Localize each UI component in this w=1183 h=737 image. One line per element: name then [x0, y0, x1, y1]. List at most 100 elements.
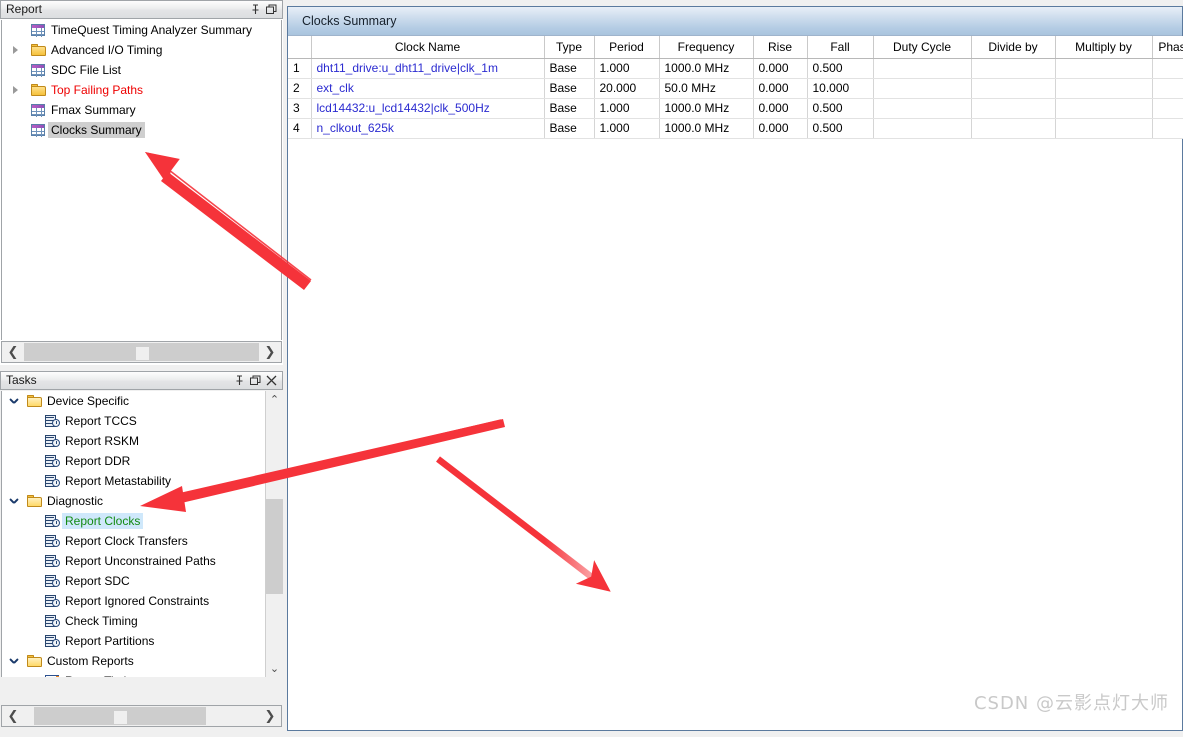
report-view-tab[interactable]: Clocks Summary	[288, 7, 1182, 36]
report-tree-item[interactable]: TimeQuest Timing Analyzer Summary	[2, 20, 281, 40]
tasks-hscroll-track[interactable]	[24, 706, 259, 726]
empty-cell	[873, 118, 972, 139]
tasks-hscroll-right-arrow[interactable]: ❯	[259, 706, 281, 726]
expand-chevron-icon[interactable]	[2, 46, 28, 54]
report-hscroll-thumb[interactable]	[24, 343, 259, 361]
table-cell: 0.000	[753, 118, 808, 139]
report-tree-item-label: TimeQuest Timing Analyzer Summary	[51, 23, 252, 37]
clocks-summary-table[interactable]: Clock Name Type Period Frequency Rise Fall Dut…	[288, 36, 1183, 139]
empty-cell	[873, 78, 972, 99]
expand-chevron-down-icon[interactable]	[2, 497, 24, 506]
empty-cell	[1055, 118, 1153, 139]
tasks-tree-item[interactable]: Report Metastability	[2, 471, 261, 491]
report-panel-title: Report	[6, 2, 43, 16]
report-panel: Report TimeQuest Timing Analyzer Summary…	[0, 0, 283, 365]
empty-cell	[971, 78, 1056, 99]
clock-name-link[interactable]: lcd14432:u_lcd14432|clk_500Hz	[317, 101, 490, 115]
tasks-tree-item[interactable]: Report Partitions	[2, 631, 261, 651]
clock-name-link[interactable]: n_clkout_625k	[317, 121, 394, 135]
table-column-header[interactable]: Period	[594, 36, 660, 59]
close-icon[interactable]	[266, 375, 277, 386]
report-hscroll-right-arrow[interactable]: ❯	[259, 342, 281, 362]
tasks-vscroll-thumb[interactable]	[266, 499, 283, 594]
table-column-header[interactable]: Phas	[1152, 36, 1183, 59]
clock-name-cell[interactable]: n_clkout_625k	[311, 118, 545, 139]
report-tree-item[interactable]: SDC File List	[2, 60, 281, 80]
empty-cell	[1152, 118, 1183, 139]
tasks-vscroll-down-arrow[interactable]: ⌄	[266, 660, 283, 677]
panel-bottom-filler	[0, 729, 287, 737]
row-number-cell: 3	[288, 98, 312, 119]
tasks-vscroll-up-arrow[interactable]: ⌃	[266, 391, 283, 408]
report-hscroll-track[interactable]	[24, 342, 259, 362]
tasks-hscroll-thumb[interactable]	[34, 707, 206, 725]
tasks-tree-item-label: Check Timing	[65, 614, 138, 628]
report-hscroll-left-arrow[interactable]: ❮	[2, 342, 24, 362]
clock-name-cell[interactable]: dht11_drive:u_dht11_drive|clk_1m	[311, 58, 545, 79]
table-body[interactable]: 1 dht11_drive:u_dht11_drive|clk_1m Base 1.0…	[288, 58, 1183, 139]
clock-name-cell[interactable]: ext_clk	[311, 78, 545, 99]
table-column-header[interactable]: Frequency	[659, 36, 754, 59]
tasks-vscrollbar[interactable]: ⌃ ⌄	[265, 391, 283, 677]
table-column-header[interactable]: Fall	[807, 36, 874, 59]
row-number-cell: 4	[288, 118, 312, 139]
task-report-icon	[42, 455, 62, 467]
expand-chevron-down-icon[interactable]	[2, 657, 24, 666]
tasks-tree-item[interactable]: Custom Reports	[2, 651, 261, 671]
table-column-header[interactable]: Divide by	[971, 36, 1056, 59]
table-column-header[interactable]	[288, 36, 312, 59]
expand-chevron-down-icon[interactable]	[2, 397, 24, 406]
expand-chevron-icon[interactable]	[2, 86, 28, 94]
table-row[interactable]: 1 dht11_drive:u_dht11_drive|clk_1m Base 1.0…	[288, 58, 1183, 79]
tasks-hscroll-left-arrow[interactable]: ❮	[2, 706, 24, 726]
tasks-tree-item[interactable]: Diagnostic	[2, 491, 261, 511]
tasks-tree-item-label: Report RSKM	[65, 434, 140, 448]
report-tree[interactable]: TimeQuest Timing Analyzer Summary Advance…	[1, 20, 282, 340]
table-cell: Base	[544, 98, 595, 119]
tasks-tree-item[interactable]: Device Specific	[2, 391, 261, 411]
tasks-tree-item[interactable]: Report DDR	[2, 451, 261, 471]
report-hscrollbar[interactable]: ❮ ❯	[1, 341, 282, 363]
tasks-tree-item[interactable]: Report Clocks	[2, 511, 261, 531]
tasks-tree-item[interactable]: Report TCCS	[2, 411, 261, 431]
tasks-tree-item[interactable]: Report SDC	[2, 571, 261, 591]
table-row[interactable]: 3 lcd14432:u_lcd14432|clk_500Hz Base 1.000 1…	[288, 98, 1183, 119]
tasks-tree-item[interactable]: Report Unconstrained Paths	[2, 551, 261, 571]
tasks-tree[interactable]: Device Specific Report TCCS Report RSKM Rep…	[1, 391, 282, 677]
tasks-tree-item[interactable]: Check Timing	[2, 611, 261, 631]
report-tree-item[interactable]: Top Failing Paths	[2, 80, 281, 100]
report-tree-item-label: Advanced I/O Timing	[51, 43, 163, 57]
report-tree-item[interactable]: Clocks Summary	[2, 120, 281, 140]
table-cell: Base	[544, 78, 595, 99]
tasks-tree-item[interactable]: Report Ignored Constraints	[2, 591, 261, 611]
report-tree-item[interactable]: Fmax Summary	[2, 100, 281, 120]
table-cell: 20.000	[594, 78, 660, 99]
empty-cell	[873, 58, 972, 79]
tasks-tree-item[interactable]: Report Clock Transfers	[2, 531, 261, 551]
clock-name-link[interactable]: dht11_drive:u_dht11_drive|clk_1m	[317, 61, 498, 75]
clock-name-cell[interactable]: lcd14432:u_lcd14432|clk_500Hz	[311, 98, 545, 119]
tasks-tree-item-label: Report Metastability	[65, 474, 172, 488]
tasks-tree-item[interactable]: Report Timing...	[2, 671, 261, 677]
clock-name-link[interactable]: ext_clk	[317, 81, 354, 95]
pin-icon[interactable]	[234, 375, 245, 386]
table-column-header[interactable]: Duty Cycle	[873, 36, 972, 59]
empty-cell	[1152, 58, 1183, 79]
tasks-tree-item-label: Report Unconstrained Paths	[65, 554, 216, 568]
table-column-header[interactable]: Multiply by	[1055, 36, 1153, 59]
table-report-icon	[28, 64, 48, 77]
table-column-header[interactable]: Clock Name	[311, 36, 545, 59]
table-cell: 1000.0 MHz	[659, 118, 754, 139]
pin-icon[interactable]	[250, 4, 261, 15]
table-row[interactable]: 4 n_clkout_625k Base 1.000 1000.0 MHz 0.000 0.…	[288, 118, 1183, 139]
table-column-header[interactable]: Type	[544, 36, 595, 59]
restore-icon[interactable]	[250, 375, 261, 386]
task-report-icon	[42, 435, 62, 447]
report-tree-item[interactable]: Advanced I/O Timing	[2, 40, 281, 60]
report-panel-title-buttons	[250, 4, 280, 15]
tasks-hscrollbar[interactable]: ❮ ❯	[1, 705, 282, 727]
table-column-header[interactable]: Rise	[753, 36, 808, 59]
tasks-tree-item[interactable]: Report RSKM	[2, 431, 261, 451]
restore-icon[interactable]	[266, 4, 277, 15]
table-row[interactable]: 2 ext_clk Base 20.000 50.0 MHz 0.000 10.000	[288, 78, 1183, 99]
